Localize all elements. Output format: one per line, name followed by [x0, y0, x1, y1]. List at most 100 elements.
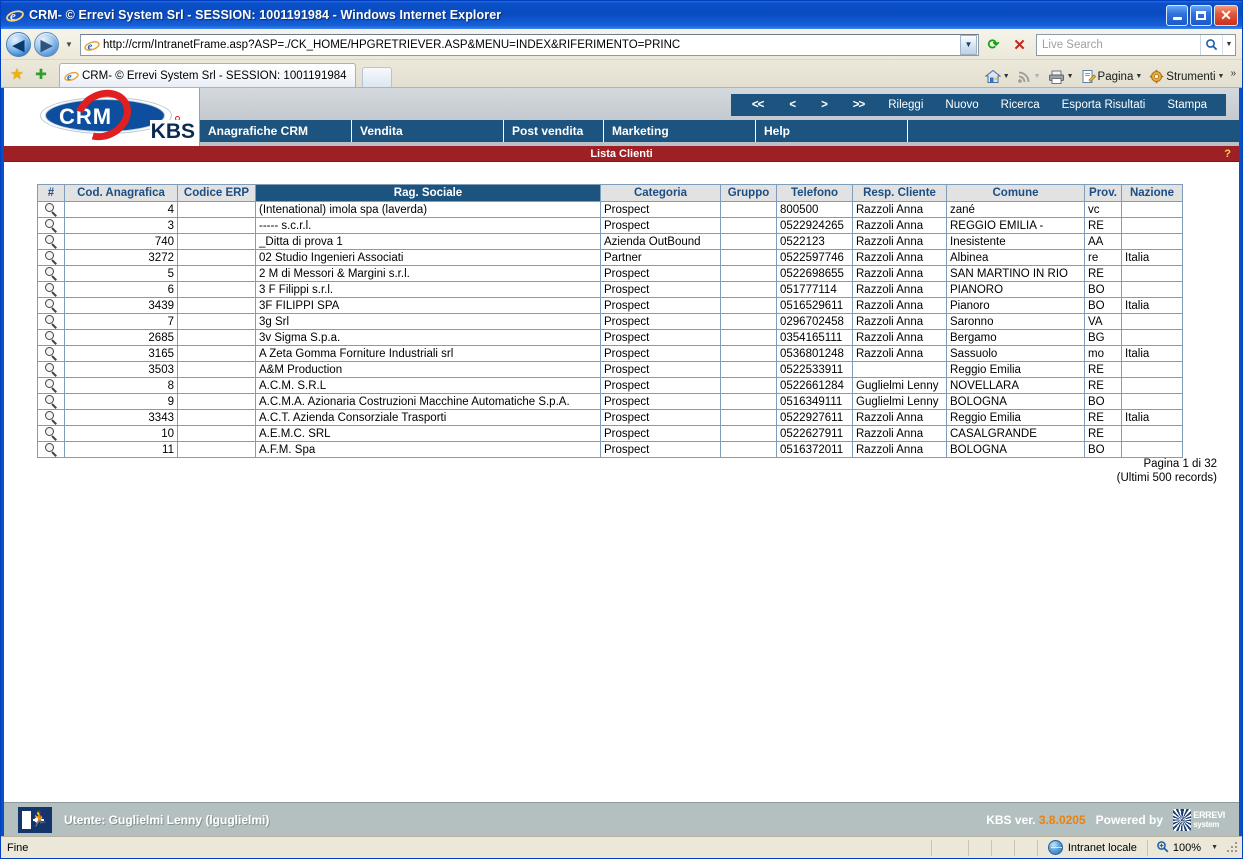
column-header-cod-anagrafica[interactable]: Cod. Anagrafica — [64, 184, 178, 202]
menu-marketing[interactable]: Marketing — [604, 120, 756, 142]
table-row[interactable]: 4 (Intenational) imola spa (laverda) Prosp… — [37, 201, 1183, 218]
chevron-down-icon[interactable]: ▼ — [1211, 844, 1218, 851]
column-header-gruppo[interactable]: Gruppo — [720, 184, 777, 202]
cell-telefono[interactable]: 0522627911 — [776, 425, 853, 442]
nav-last-button[interactable]: >> — [840, 99, 877, 111]
zoom-control[interactable]: 100% ▼ — [1148, 840, 1226, 856]
row-open-detail-button[interactable] — [37, 393, 65, 410]
menu-anagrafiche-crm[interactable]: Anagrafiche CRM — [200, 120, 352, 142]
resize-grip[interactable] — [1226, 841, 1240, 855]
menu-help[interactable]: Help — [756, 120, 908, 142]
table-row[interactable]: 3439 3F FILIPPI SPA Prospect 0516529611 Razz… — [37, 297, 1183, 314]
recent-pages-button[interactable]: ▼ — [62, 33, 76, 57]
row-open-detail-button[interactable] — [37, 345, 65, 362]
table-row[interactable]: 5 2 M di Messori & Margini s.r.l. Prospect… — [37, 265, 1183, 282]
feeds-button[interactable]: ▼ — [1014, 68, 1044, 85]
row-open-detail-button[interactable] — [37, 313, 65, 330]
logout-icon[interactable]: 🏃 — [18, 806, 52, 833]
row-open-detail-button[interactable] — [37, 233, 65, 250]
new-tab-button[interactable] — [361, 67, 392, 87]
cell-telefono[interactable]: 0536801248 — [776, 345, 853, 362]
browser-tab[interactable]: e CRM- © Errevi System Srl - SESSION: 10… — [59, 63, 356, 87]
column-header-prov[interactable]: Prov. — [1084, 184, 1122, 202]
cell-telefono[interactable]: 0516349111 — [776, 393, 853, 410]
nav-first-button[interactable]: << — [739, 99, 776, 111]
table-row[interactable]: 7 3g Srl Prospect 0296702458 Razzoli Anna Sar… — [37, 313, 1183, 330]
column-header-codice-erp[interactable]: Codice ERP — [177, 184, 256, 202]
row-open-detail-button[interactable] — [37, 297, 65, 314]
row-open-detail-button[interactable] — [37, 281, 65, 298]
cell-telefono[interactable]: 051777114 — [776, 281, 853, 298]
new-record-button[interactable]: Nuovo — [934, 99, 989, 111]
menu-post-vendita[interactable]: Post vendita — [504, 120, 604, 142]
cell-telefono[interactable]: 0296702458 — [776, 313, 853, 330]
nav-prev-button[interactable]: < — [776, 99, 808, 111]
row-open-detail-button[interactable] — [37, 201, 65, 218]
search-submit-button[interactable] — [1200, 34, 1222, 55]
address-dropdown-button[interactable]: ▼ — [960, 34, 977, 55]
column-header-rag-sociale[interactable]: Rag. Sociale — [255, 184, 601, 202]
row-open-detail-button[interactable] — [37, 441, 65, 458]
table-row[interactable]: 3 ----- s.c.r.l. Prospect 0522924265 Razzoli… — [37, 217, 1183, 234]
table-row[interactable]: 3165 A Zeta Gomma Forniture Industriali s… — [37, 345, 1183, 362]
stop-button[interactable]: ✕ — [1008, 33, 1031, 56]
close-button[interactable]: ✕ — [1214, 4, 1238, 26]
home-button[interactable]: ▼ — [982, 68, 1013, 85]
print-button[interactable]: ▼ — [1045, 69, 1077, 85]
cell-telefono[interactable]: 0522924265 — [776, 217, 853, 234]
cell-telefono[interactable]: 0516372011 — [776, 441, 853, 458]
column-header-comune[interactable]: Comune — [946, 184, 1085, 202]
row-open-detail-button[interactable] — [37, 329, 65, 346]
column-header-categoria[interactable]: Categoria — [600, 184, 721, 202]
column-header-index[interactable]: # — [37, 184, 65, 202]
table-row[interactable]: 3272 02 Studio Ingenieri Associati Partner… — [37, 249, 1183, 266]
cell-telefono[interactable]: 0516529611 — [776, 297, 853, 314]
add-to-favorites-icon[interactable]: ✚ — [31, 61, 51, 87]
row-open-detail-button[interactable] — [37, 361, 65, 378]
table-row[interactable]: 3503 A&M Production Prospect 0522533911 Regg… — [37, 361, 1183, 378]
table-row[interactable]: 6 3 F Filippi s.r.l. Prospect 051777114 Razz… — [37, 281, 1183, 298]
favorites-center-icon[interactable]: ★ — [7, 61, 27, 87]
cell-telefono[interactable]: 0354165111 — [776, 329, 853, 346]
row-open-detail-button[interactable] — [37, 217, 65, 234]
nav-next-button[interactable]: > — [808, 99, 840, 111]
table-row[interactable]: 2685 3v Sigma S.p.a. Prospect 0354165111 Raz… — [37, 329, 1183, 346]
reload-button[interactable]: Rileggi — [877, 99, 934, 111]
row-open-detail-button[interactable] — [37, 425, 65, 442]
cell-telefono[interactable]: 0522698655 — [776, 265, 853, 282]
refresh-button[interactable]: ⟳ — [982, 33, 1005, 56]
cell-telefono[interactable]: 0522927611 — [776, 409, 853, 426]
maximize-button[interactable] — [1190, 4, 1212, 26]
column-header-telefono[interactable]: Telefono — [776, 184, 853, 202]
page-menu-button[interactable]: Pagina ▼ — [1078, 68, 1146, 85]
table-row[interactable]: 10 A.E.M.C. SRL Prospect 0522627911 Razzoli … — [37, 425, 1183, 442]
table-row[interactable]: 11 A.F.M. Spa Prospect 0516372011 Razzoli An… — [37, 441, 1183, 458]
cell-telefono[interactable]: 0522661284 — [776, 377, 853, 394]
search-box[interactable]: Live Search ▼ — [1036, 33, 1236, 56]
toolbar-overflow-button[interactable]: » — [1230, 68, 1236, 79]
table-row[interactable]: 3343 A.C.T. Azienda Consorziale Trasporti… — [37, 409, 1183, 426]
cell-telefono[interactable]: 0522123 — [776, 233, 853, 250]
cell-telefono[interactable]: 0522533911 — [776, 361, 853, 378]
row-open-detail-button[interactable] — [37, 249, 65, 266]
search-button[interactable]: Ricerca — [990, 99, 1051, 111]
row-open-detail-button[interactable] — [37, 409, 65, 426]
table-row[interactable]: 740 _Ditta di prova 1 Azienda OutBound 0522… — [37, 233, 1183, 250]
table-row[interactable]: 8 A.C.M. S.R.L Prospect 0522661284 Guglielmi… — [37, 377, 1183, 394]
column-header-resp-cliente[interactable]: Resp. Cliente — [852, 184, 947, 202]
row-open-detail-button[interactable] — [37, 377, 65, 394]
menu-vendita[interactable]: Vendita — [352, 120, 504, 142]
search-provider-dropdown[interactable]: ▼ — [1222, 34, 1235, 55]
cell-telefono[interactable]: 0522597746 — [776, 249, 853, 266]
help-icon[interactable]: ? — [1224, 148, 1239, 160]
column-header-nazione[interactable]: Nazione — [1121, 184, 1183, 202]
cell-telefono[interactable]: 800500 — [776, 201, 853, 218]
forward-button[interactable]: ▶ — [34, 32, 59, 57]
address-bar[interactable]: e http://crm/IntranetFrame.asp?ASP=./CK_… — [80, 33, 979, 56]
tools-menu-button[interactable]: Strumenti ▼ — [1146, 68, 1227, 85]
minimize-button[interactable] — [1166, 4, 1188, 26]
back-button[interactable]: ◀ — [6, 32, 31, 57]
export-results-button[interactable]: Esporta Risultati — [1051, 99, 1157, 111]
table-row[interactable]: 9 A.C.M.A. Azionaria Costruzioni Macchine… — [37, 393, 1183, 410]
print-results-button[interactable]: Stampa — [1156, 99, 1218, 111]
